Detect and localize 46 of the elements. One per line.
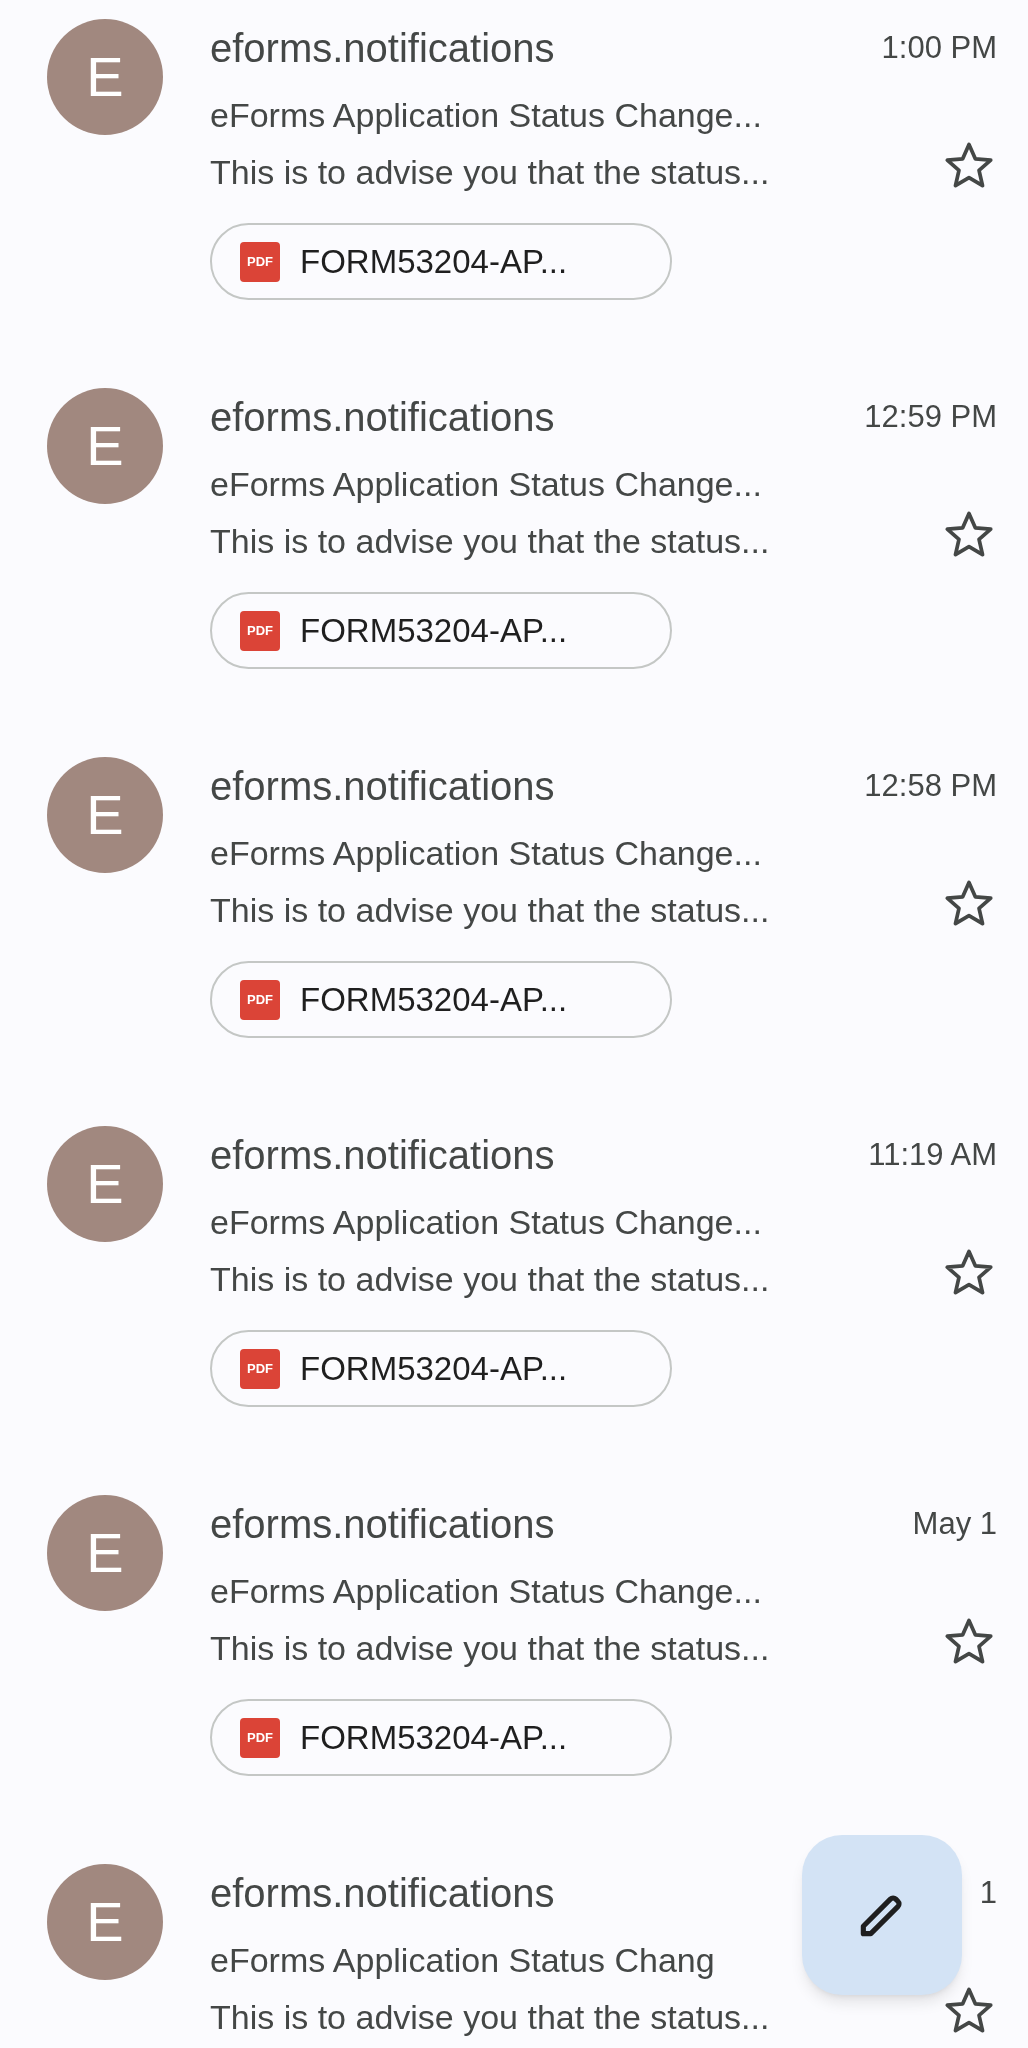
attachment-chip[interactable]: PDF FORM53204-AP... — [210, 1330, 672, 1407]
attachment-name: FORM53204-AP... — [300, 979, 568, 1020]
email-time: 12:59 PM — [864, 397, 997, 436]
email-snippet: This is to advise you that the status... — [210, 1627, 770, 1669]
avatar: E — [47, 757, 163, 873]
attachment-chip[interactable]: PDF FORM53204-AP... — [210, 961, 672, 1038]
sender-name: eforms.notifications — [210, 1132, 555, 1179]
email-snippet: This is to advise you that the status... — [210, 1258, 770, 1300]
attachment-name: FORM53204-AP... — [300, 241, 568, 282]
compose-button[interactable] — [802, 1835, 962, 1995]
email-snippet: This is to advise you that the status... — [210, 1996, 770, 2038]
attachment-name: FORM53204-AP... — [300, 1717, 568, 1758]
email-snippet: This is to advise you that the status... — [210, 520, 770, 562]
pdf-badge: PDF — [240, 979, 280, 1020]
avatar: E — [47, 388, 163, 504]
sender-name: eforms.notifications — [210, 1870, 555, 1917]
email-time: 1 — [979, 1873, 997, 1912]
sender-name: eforms.notifications — [210, 763, 555, 810]
avatar: E — [47, 1495, 163, 1611]
email-subject: eForms Application Status Change... — [210, 94, 762, 136]
sender-name: eforms.notifications — [210, 394, 555, 441]
attachment-chip[interactable]: PDF FORM53204-AP... — [210, 223, 672, 300]
avatar: E — [47, 1864, 163, 1980]
pdf-badge: PDF — [240, 1348, 280, 1389]
pdf-badge: PDF — [240, 1717, 280, 1758]
avatar: E — [47, 1126, 163, 1242]
sender-name: eforms.notifications — [210, 25, 555, 72]
attachment-name: FORM53204-AP... — [300, 1348, 568, 1389]
attachment-chip[interactable]: PDF FORM53204-AP... — [210, 592, 672, 669]
attachment-chip[interactable]: PDF FORM53204-AP... — [210, 1699, 672, 1776]
email-snippet: This is to advise you that the status... — [210, 151, 770, 193]
email-time: 1:00 PM — [881, 28, 997, 67]
email-snippet: This is to advise you that the status... — [210, 889, 770, 931]
pdf-badge: PDF — [240, 241, 280, 282]
email-time: May 1 — [912, 1504, 997, 1543]
email-subject: eForms Application Status Change... — [210, 832, 762, 874]
email-subject: eForms Application Status Change... — [210, 463, 762, 505]
email-subject: eForms Application Status Change... — [210, 1201, 762, 1243]
email-time: 11:19 AM — [868, 1135, 997, 1174]
email-subject: eForms Application Status Change... — [210, 1570, 762, 1612]
sender-name: eforms.notifications — [210, 1501, 555, 1548]
email-time: 12:58 PM — [864, 766, 997, 805]
email-subject: eForms Application Status Chang — [210, 1939, 715, 1981]
avatar: E — [47, 19, 163, 135]
attachment-name: FORM53204-AP... — [300, 610, 568, 651]
pdf-badge: PDF — [240, 610, 280, 651]
